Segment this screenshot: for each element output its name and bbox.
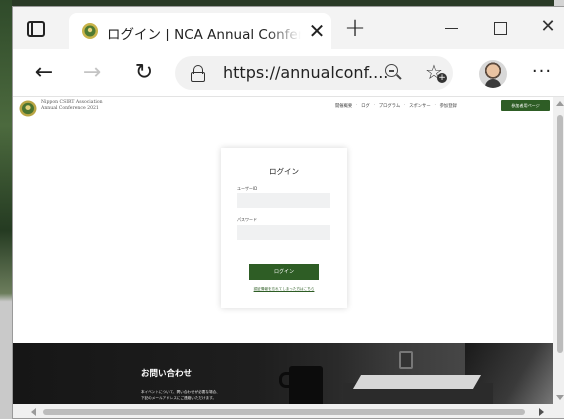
- contact-title: お問い合わせ: [141, 369, 193, 379]
- scroll-left-arrow-icon[interactable]: [31, 408, 36, 416]
- new-tab-button[interactable]: +: [343, 15, 367, 41]
- back-button[interactable]: ←: [31, 61, 57, 87]
- close-tab-icon[interactable]: ✕: [307, 21, 327, 41]
- horizontal-scroll-thumb[interactable]: [43, 409, 525, 415]
- background-photo-mug: [289, 366, 323, 404]
- contact-text-line-2: 下記のメールアドレスにご連絡いただけます。: [141, 396, 217, 400]
- username-label: ユーザーID: [237, 186, 258, 191]
- nav-item-register[interactable]: 参加登録: [440, 103, 457, 113]
- profile-avatar[interactable]: [479, 60, 507, 88]
- forward-button[interactable]: →: [79, 61, 105, 87]
- participant-page-label: 参加者用ページ: [511, 103, 540, 108]
- forgot-credentials-link[interactable]: 認証情報を忘れてしまった方はこちら: [237, 287, 331, 292]
- more-menu-button[interactable]: ···: [529, 61, 555, 85]
- browser-window: ログイン | NCA Annual Conference 2021 ✕ + ✕ …: [12, 6, 564, 419]
- contact-section: お問い合わせ 本イベントについて、問い合わせが必要な場合、 下記のメールアドレス…: [13, 343, 553, 404]
- login-card: ログイン ユーザーID パスワード ログイン 認証情報を忘れてしまった方はこちら: [221, 148, 347, 308]
- background-photo-keyboard: [352, 375, 482, 389]
- active-tab[interactable]: ログイン | NCA Annual Conference 2021 ✕: [69, 13, 331, 49]
- site-nav: 開催概要 · ログ · プログラム · スポンサー · 参加登録: [335, 103, 457, 113]
- address-bar[interactable]: https://annualconf.... ☆ +: [175, 56, 453, 90]
- nav-separator: ·: [403, 103, 406, 108]
- close-window-button[interactable]: ✕: [533, 15, 563, 39]
- scroll-up-arrow-icon[interactable]: [556, 101, 564, 106]
- scroll-right-arrow-icon[interactable]: [539, 408, 544, 416]
- maximize-button[interactable]: [485, 17, 515, 39]
- horizontal-scrollbar[interactable]: [13, 404, 553, 418]
- reload-button[interactable]: ↻: [131, 61, 157, 87]
- nav-separator: ·: [373, 103, 375, 108]
- vertical-scroll-thumb[interactable]: [557, 115, 563, 353]
- nav-item-sponsor[interactable]: スポンサー: [409, 103, 430, 113]
- tab-actions-icon: [27, 21, 45, 37]
- nca-logo-icon[interactable]: [19, 100, 37, 117]
- scrollbar-corner: [553, 404, 564, 418]
- nav-item-overview[interactable]: 開催概要: [335, 103, 352, 113]
- add-favorite-plus-icon: +: [437, 73, 447, 83]
- desktop-background-left: [0, 0, 12, 419]
- tab-actions-button[interactable]: [27, 21, 49, 41]
- tab-strip: ログイン | NCA Annual Conference 2021 ✕ + ✕: [13, 7, 564, 49]
- nav-separator: ·: [434, 103, 436, 108]
- page-viewport: Nippon CSIRT Association Annual Conferen…: [13, 97, 553, 404]
- browser-toolbar: ← → ↻ https://annualconf.... ☆ + ···: [13, 49, 564, 97]
- vertical-scrollbar[interactable]: [553, 97, 564, 404]
- password-field[interactable]: [237, 225, 330, 240]
- nav-item-program[interactable]: プログラム: [379, 103, 400, 113]
- background-photo-cup: [399, 351, 413, 369]
- login-button[interactable]: ログイン: [249, 264, 319, 280]
- username-field[interactable]: [237, 193, 330, 208]
- nca-logo-icon: [82, 23, 98, 39]
- nav-separator: ·: [356, 103, 358, 108]
- nav-item-blog[interactable]: ログ: [361, 103, 370, 113]
- lock-icon[interactable]: [191, 65, 205, 82]
- site-brand[interactable]: Nippon CSIRT Association Annual Conferen…: [41, 100, 103, 112]
- zoom-out-icon[interactable]: [385, 64, 403, 82]
- minimize-button[interactable]: [437, 17, 467, 39]
- brand-line-2: Annual Conference 2021: [41, 106, 99, 111]
- password-label: パスワード: [237, 217, 257, 222]
- url-text[interactable]: https://annualconf....: [223, 63, 388, 82]
- scroll-down-arrow-icon[interactable]: [556, 395, 564, 400]
- site-header: Nippon CSIRT Association Annual Conferen…: [13, 97, 553, 119]
- tab-title: ログイン | NCA Annual Conference 2021: [107, 27, 301, 41]
- contact-text: 本イベントについて、問い合わせが必要な場合、 下記のメールアドレスにご連絡いただ…: [141, 389, 220, 401]
- participant-page-button[interactable]: 参加者用ページ: [501, 100, 550, 111]
- login-title: ログイン: [269, 167, 299, 176]
